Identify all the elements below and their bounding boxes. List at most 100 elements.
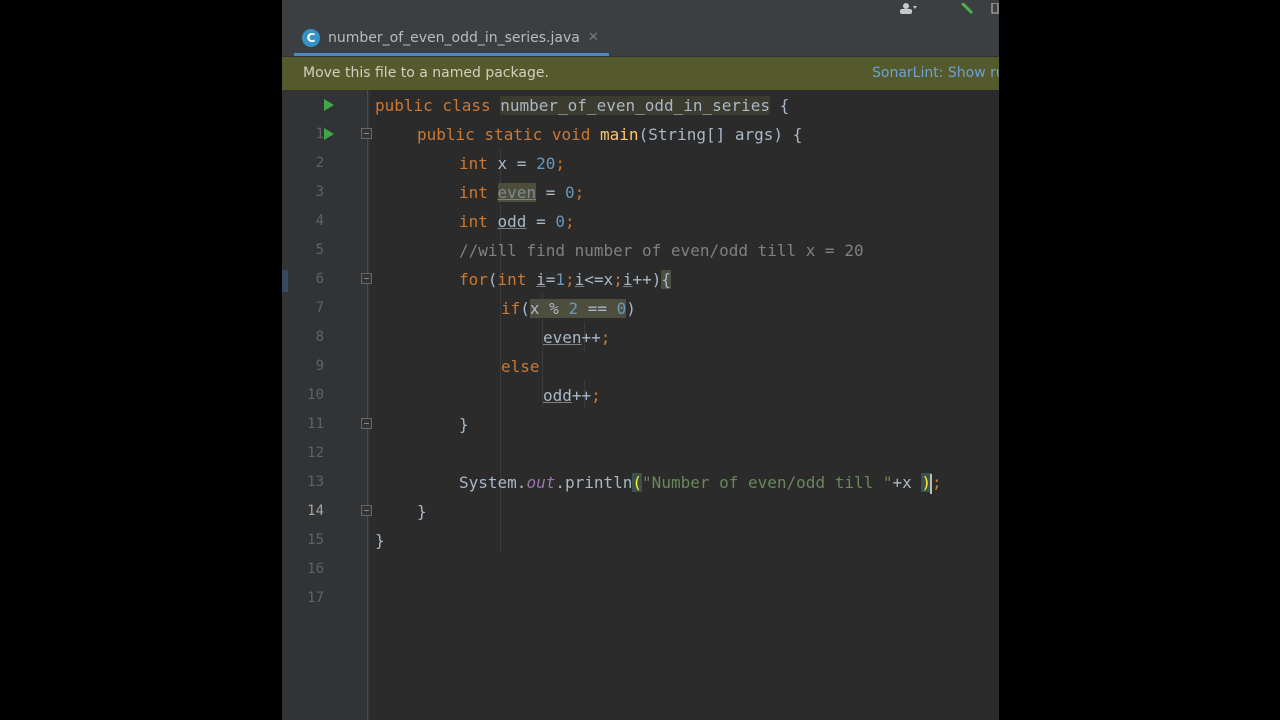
keyword: int — [459, 183, 498, 202]
tab-java-file[interactable]: C number_of_even_odd_in_series.java ✕ — [294, 22, 609, 56]
fold-icon[interactable] — [361, 505, 372, 516]
variable: even — [497, 183, 537, 202]
comment: //will find number of even/odd till x = … — [459, 241, 864, 260]
code-line: 9 even++; — [316, 323, 999, 374]
number: 0 — [564, 183, 575, 202]
code-text: ; — [565, 270, 575, 289]
notification-banner: Move this file to a named package. Sonar… — [282, 57, 999, 90]
fold-guide — [367, 90, 368, 720]
code-line: 15 } — [307, 497, 999, 548]
code-text: } — [375, 531, 385, 550]
keyword: int — [497, 270, 537, 289]
banner-message: Move this file to a named package. — [303, 65, 549, 81]
code-text: } — [459, 415, 469, 434]
code-line: 4 int even = 0; — [316, 178, 999, 229]
keyword: int — [459, 154, 498, 173]
variable: odd — [497, 212, 527, 231]
java-class-icon: C — [302, 28, 320, 47]
line-number: 8 — [315, 329, 324, 345]
code-line: 1 public class number_of_even_odd_in_ser… — [316, 91, 999, 142]
code-line: 17 — [307, 555, 999, 606]
method-name: main — [600, 125, 639, 144]
code-line: 10 else — [307, 352, 999, 403]
code-text: ( — [520, 299, 530, 318]
line-number: 6 — [315, 271, 324, 287]
code-text: ; — [591, 386, 601, 405]
code-text: +x — [892, 473, 922, 492]
code-text: ; — [932, 473, 942, 492]
keyword: else — [501, 357, 540, 376]
code-text: { — [661, 270, 672, 289]
number: 0 — [555, 212, 565, 231]
code-text: <=x — [584, 270, 614, 289]
line-number: 12 — [307, 445, 324, 461]
run-icon[interactable] — [324, 128, 334, 140]
code-text: } — [417, 502, 427, 521]
ide-window: C number_of_even_odd_in_series.java ✕ Mo… — [282, 0, 999, 720]
line-number: 9 — [315, 358, 324, 374]
line-number: 10 — [307, 387, 324, 403]
code-line: 7 for(int i=1;i<=x;i++){ — [316, 265, 999, 316]
matched-paren: ( — [632, 473, 643, 492]
code-editor[interactable]: 1 public class number_of_even_odd_in_ser… — [307, 90, 999, 720]
toolbar-strip — [282, 0, 999, 22]
code-text: ++) — [632, 270, 662, 289]
code-text: ; — [613, 270, 623, 289]
line-number: 7 — [315, 300, 324, 316]
string: "Number of even/odd till " — [642, 473, 893, 492]
code-text: ) — [626, 299, 636, 318]
panel-icon[interactable] — [991, 0, 999, 14]
code-text: ; — [555, 154, 565, 173]
hammer-icon[interactable] — [958, 0, 974, 15]
keyword: for — [459, 270, 488, 289]
fold-icon[interactable] — [361, 418, 372, 429]
code-text: = — [526, 212, 556, 231]
code-line: 16 } — [307, 526, 999, 577]
code-text: { — [769, 96, 790, 115]
fold-icon[interactable] — [361, 128, 372, 139]
code-text: ++ — [571, 386, 592, 405]
keyword: public class — [375, 96, 501, 115]
code-text: System. — [459, 473, 527, 492]
variable: even — [543, 328, 582, 347]
code-text: = — [536, 183, 565, 202]
tab-filename: number_of_even_odd_in_series.java — [328, 29, 580, 46]
code-text: .println — [555, 473, 633, 492]
code-text: ; — [600, 328, 611, 347]
code-line-current: 14 System.out.println("Number of even/od… — [307, 468, 999, 519]
variable: i — [574, 270, 585, 289]
user-icon[interactable] — [900, 0, 917, 14]
line-number: 13 — [307, 474, 324, 490]
code-line: 11 odd++; — [307, 381, 999, 432]
code-line: 12 } — [307, 410, 999, 461]
fold-icon[interactable] — [361, 273, 372, 284]
code-text: ; — [574, 183, 585, 202]
keyword: public static void — [417, 125, 601, 144]
line-number: 16 — [307, 561, 324, 577]
line-number: 4 — [315, 213, 324, 229]
field: out — [526, 473, 556, 492]
line-number: 2 — [315, 155, 324, 171]
code-text: = — [545, 270, 556, 289]
class-name: number_of_even_odd_in_series — [500, 96, 770, 115]
code-text: (String[] args) { — [638, 125, 803, 144]
keyword: int — [459, 212, 498, 231]
code-text: == — [578, 299, 617, 318]
code-line: 13 — [307, 439, 999, 490]
close-icon[interactable]: ✕ — [588, 30, 599, 45]
number: 2 — [568, 299, 579, 318]
code-text: ( — [487, 270, 498, 289]
number: 1 — [555, 270, 565, 289]
code-line: 3 int x = 20; — [316, 149, 999, 200]
code-text: x % — [529, 299, 569, 318]
code-line: 5 int odd = 0; — [316, 207, 999, 258]
code-text: x = — [497, 154, 537, 173]
variable: i — [536, 270, 546, 289]
keyword: if — [501, 299, 521, 318]
line-number: 14 — [307, 503, 324, 519]
line-number: 1 — [315, 126, 324, 142]
line-number: 11 — [307, 416, 324, 432]
variable: odd — [543, 386, 572, 405]
run-icon[interactable] — [324, 99, 334, 111]
sonarlint-link[interactable]: SonarLint: Show ru — [872, 65, 999, 81]
